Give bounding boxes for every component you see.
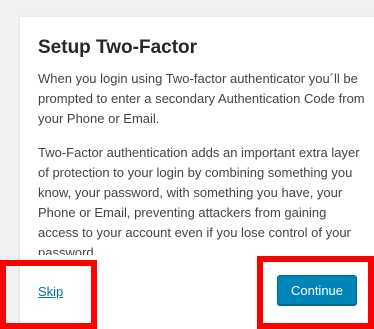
continue-highlight-box	[257, 256, 374, 329]
intro-paragraph: When you login using Two-factor authenti…	[38, 71, 365, 126]
description-paragraph: Two-Factor authentication adds an import…	[38, 145, 360, 255]
skip-highlight-box	[0, 260, 97, 329]
dialog-title: Setup Two-Factor	[38, 37, 198, 58]
